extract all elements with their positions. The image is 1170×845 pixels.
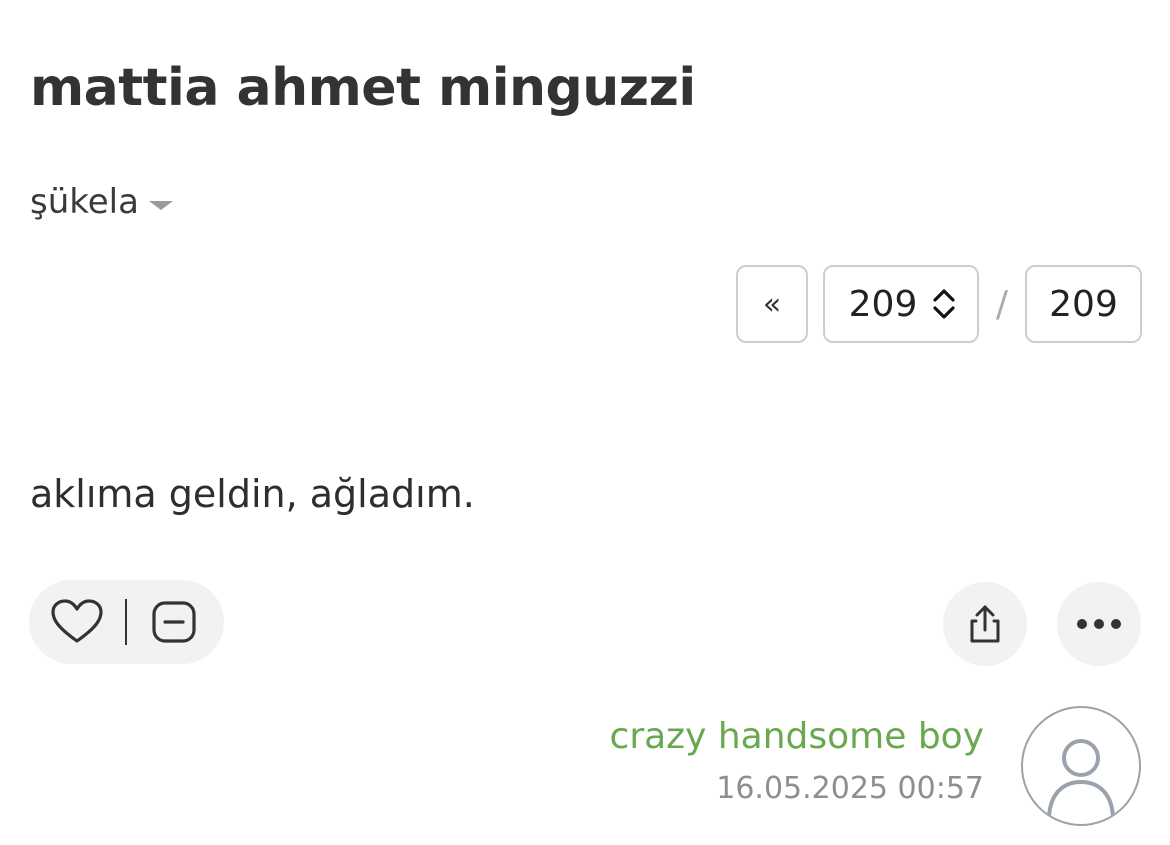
caret-down-icon <box>148 200 173 210</box>
pagination: « 209 / 209 <box>736 265 1142 343</box>
select-arrows-icon <box>933 289 955 319</box>
page-separator: / <box>995 283 1009 325</box>
vote-divider <box>125 599 127 645</box>
first-page-button[interactable]: « <box>736 265 808 343</box>
author-link[interactable]: crazy handsome boy <box>610 716 984 757</box>
current-page-value: 209 <box>848 283 918 325</box>
topic-title[interactable]: mattia ahmet minguzzi <box>30 58 696 118</box>
minus-box-icon <box>152 601 196 643</box>
page-select[interactable]: 209 <box>823 265 979 343</box>
user-icon <box>1047 739 1115 822</box>
last-page-button[interactable]: 209 <box>1025 265 1142 343</box>
like-button[interactable] <box>51 599 103 645</box>
vote-controls <box>29 580 224 664</box>
entry-content: aklıma geldin, ağladım. <box>30 472 475 516</box>
share-icon <box>970 605 1000 643</box>
heart-icon <box>51 599 103 643</box>
sort-dropdown[interactable]: şükela <box>30 182 173 222</box>
dislike-button[interactable] <box>151 600 197 644</box>
author-avatar[interactable] <box>1021 706 1141 826</box>
share-button[interactable] <box>943 582 1027 666</box>
entry-date-link[interactable]: 16.05.2025 00:57 <box>610 771 984 806</box>
entry-footer: crazy handsome boy 16.05.2025 00:57 <box>610 716 984 806</box>
more-dots-icon <box>1077 619 1121 629</box>
sort-label: şükela <box>30 182 139 222</box>
more-options-button[interactable] <box>1057 582 1141 666</box>
